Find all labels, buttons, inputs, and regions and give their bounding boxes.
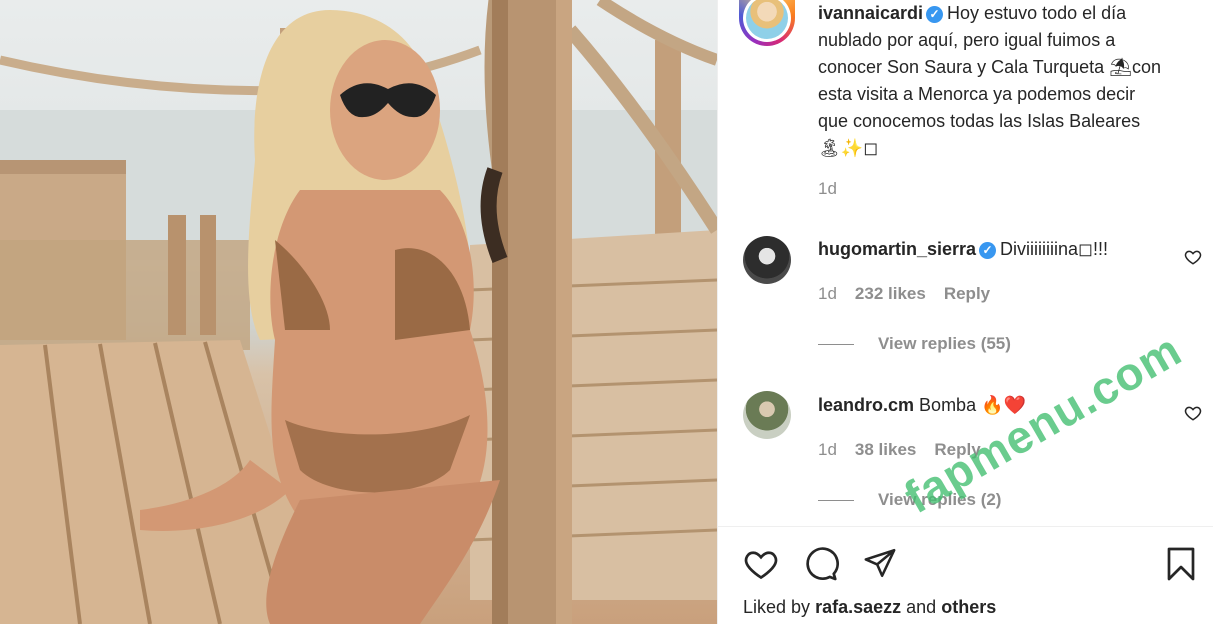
commenter-avatar[interactable] [743,391,791,439]
photo-scene [0,0,717,624]
comment-likes[interactable]: 38 likes [855,440,916,459]
replies-divider [818,344,854,346]
comment-icon[interactable] [803,546,839,582]
commenter-avatar[interactable] [743,236,791,284]
caption-line-3: conocer Son Saura y Cala Turqueta ⛱con [818,57,1162,77]
comment-username[interactable]: leandro.cm [818,395,914,415]
caption-line-5: que conocemos todas las Islas Baleares [818,111,1141,131]
comment-2: leandro.cm Bomba 🔥❤️ [818,395,1026,416]
caption-line-1: Hoy estuvo todo el día [947,3,1127,23]
comment-username[interactable]: hugomartin_sierra [818,239,976,259]
caption-line-6: 🏝✨◻ [818,138,879,158]
liked-by-others[interactable]: others [941,597,996,617]
small-heart-icon[interactable] [1184,248,1202,266]
comment-likes[interactable]: 232 likes [855,284,926,303]
small-heart-icon[interactable] [1184,404,1202,422]
view-replies-1[interactable]: View replies (55) [818,334,1011,354]
avatar-image [746,0,788,39]
comment-time[interactable]: 1d [818,284,837,303]
liked-by: Liked by rafa.saezz and others [743,597,996,618]
reply-button[interactable]: Reply [944,284,990,303]
verified-badge-icon: ✓ [926,6,944,23]
liked-by-and: and [906,597,937,617]
post-photo[interactable] [0,0,717,624]
avatar-ring [743,0,791,42]
share-icon[interactable] [862,546,898,580]
heart-icon[interactable] [742,546,780,582]
comment-1: hugomartin_sierra ✓ Diviiiiiiiina◻!!! [818,239,1108,260]
comment-1-meta: 1d 232 likes Reply [818,284,1008,304]
liked-by-user[interactable]: rafa.saezz [815,597,901,617]
comment-text: Diviiiiiiiina◻!!! [1000,239,1109,259]
verified-badge-icon: ✓ [979,242,997,259]
post-caption: ivannaicardi ✓ Hoy estuvo todo el día nubl… [818,0,1198,162]
caption-time[interactable]: 1d [818,179,837,199]
caption-line-2: nublado por aquí, pero igual fuimos a [818,30,1116,50]
caption-line-4: esta visita a Menorca ya podemos decir [818,84,1136,104]
view-replies-label[interactable]: View replies (55) [878,334,1011,353]
comment-time[interactable]: 1d [818,440,837,459]
bookmark-icon[interactable] [1163,545,1199,583]
liked-by-prefix: Liked by [743,597,811,617]
author-username[interactable]: ivannaicardi [818,3,923,23]
replies-divider [818,500,854,502]
